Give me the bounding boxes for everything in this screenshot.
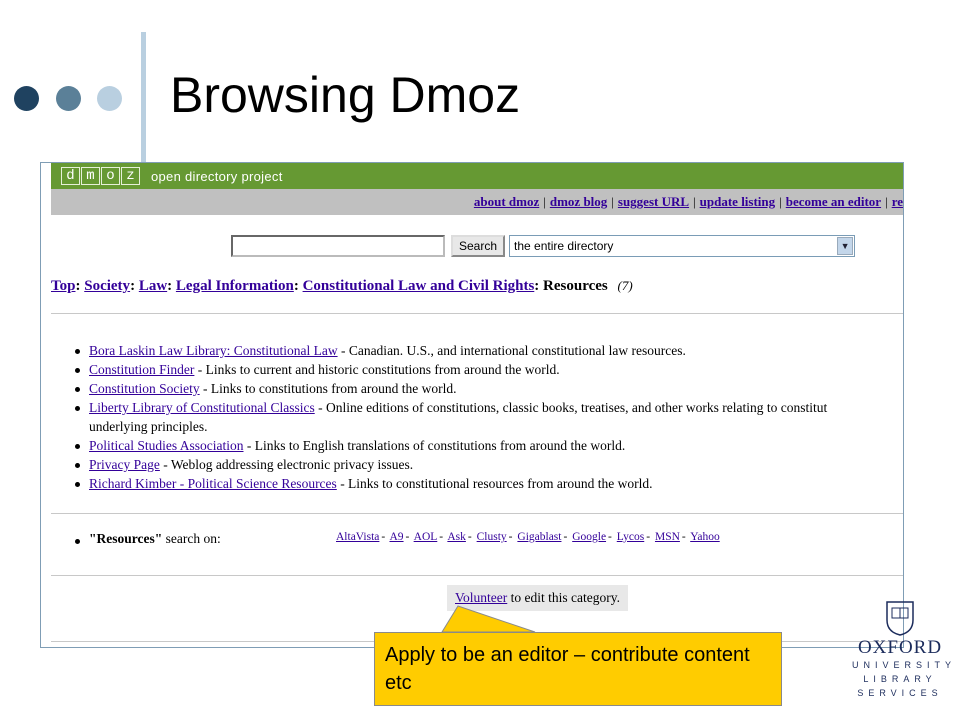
volunteer-link[interactable]: Volunteer [455, 590, 507, 605]
slide-title: Browsing Dmoz [170, 67, 521, 123]
category-count: (7) [617, 278, 633, 293]
resource-link[interactable]: Bora Laskin Law Library: Constitutional … [89, 343, 338, 358]
resource-link[interactable]: Richard Kimber - Political Science Resou… [89, 476, 337, 491]
breadcrumb-law[interactable]: Law [139, 278, 167, 294]
search-button[interactable]: Search [451, 235, 506, 257]
list-item: Constitution Society - Links to constitu… [71, 379, 903, 398]
dmoz-logo[interactable]: d m o z [61, 167, 141, 185]
decor-dot-3 [97, 86, 122, 111]
engine-link-clusty[interactable]: Clusty [477, 531, 507, 543]
decor-vertical-line [141, 32, 146, 172]
resource-link[interactable]: Political Studies Association [89, 438, 244, 453]
logo-letter-m: m [81, 167, 100, 185]
decor-dot-1 [14, 86, 39, 111]
search-row: Search the entire directory ▼ [231, 235, 856, 257]
link-become-editor[interactable]: become an editor [786, 194, 881, 210]
decor-dot-2 [56, 86, 81, 111]
engine-link-ask[interactable]: Ask [447, 531, 466, 543]
link-suggest-url[interactable]: suggest URL [618, 194, 689, 210]
search-scope-select[interactable]: the entire directory ▼ [509, 235, 856, 257]
resource-list: Bora Laskin Law Library: Constitutional … [71, 341, 903, 493]
divider [51, 575, 903, 576]
breadcrumb-constitutional-law[interactable]: Constitutional Law and Civil Rights [303, 278, 535, 294]
crest-icon [886, 601, 914, 636]
oxford-logo: OXFORD UNIVERSITY LIBRARY SERVICES [852, 600, 957, 710]
engine-link-altavista[interactable]: AltaVista [336, 531, 379, 543]
search-scope-value: the entire directory [514, 239, 614, 253]
oxford-line-1: UNIVERSITY [852, 660, 957, 670]
callout-pointer [441, 605, 536, 633]
link-about-dmoz[interactable]: about dmoz [474, 194, 539, 210]
breadcrumb-top[interactable]: Top [51, 278, 75, 294]
search-input[interactable] [231, 235, 445, 257]
dmoz-header-bar: d m o z open directory project [51, 163, 903, 189]
resource-link[interactable]: Liberty Library of Constitutional Classi… [89, 400, 315, 415]
link-truncated[interactable]: re [892, 194, 903, 210]
list-item: Political Studies Association - Links to… [71, 436, 903, 455]
engine-link-google[interactable]: Google [572, 531, 606, 543]
list-item: Liberty Library of Constitutional Classi… [71, 398, 903, 436]
breadcrumb: Top: Society: Law: Legal Information: Co… [51, 278, 633, 294]
search-engine-links: AltaVista - A9- AOL - Ask - Clusty - Gigabla… [336, 531, 720, 543]
engine-link-yahoo[interactable]: Yahoo [690, 531, 720, 543]
oxford-line-3: SERVICES [857, 688, 943, 698]
engine-link-msn[interactable]: MSN [655, 531, 680, 543]
top-links-bar: about dmoz | dmoz blog | suggest URL | upda… [51, 189, 903, 215]
resource-link[interactable]: Privacy Page [89, 457, 160, 472]
divider [51, 513, 903, 514]
list-item: Privacy Page - Weblog addressing electro… [71, 455, 903, 474]
oxford-line-2: LIBRARY [863, 674, 937, 684]
dmoz-tagline: open directory project [151, 168, 283, 184]
link-update-listing[interactable]: update listing [700, 194, 776, 210]
logo-letter-o: o [101, 167, 120, 185]
resource-link[interactable]: Constitution Finder [89, 362, 194, 377]
logo-letter-d: d [61, 167, 80, 185]
engine-link-lycos[interactable]: Lycos [617, 531, 644, 543]
breadcrumb-current: Resources [543, 278, 608, 294]
dmoz-screenshot: d m o z open directory project about dmo… [40, 162, 904, 648]
search-on-label: "Resources" search on: [71, 531, 221, 547]
logo-letter-z: z [121, 167, 140, 185]
list-item: Richard Kimber - Political Science Resou… [71, 474, 903, 493]
list-item: Bora Laskin Law Library: Constitutional … [71, 341, 903, 360]
breadcrumb-society[interactable]: Society [84, 278, 130, 294]
breadcrumb-legal-information[interactable]: Legal Information [176, 278, 294, 294]
engine-link-gigablast[interactable]: Gigablast [517, 531, 561, 543]
list-item: Constitution Finder - Links to current a… [71, 360, 903, 379]
oxford-name: OXFORD [857, 637, 943, 658]
divider [51, 313, 903, 314]
engine-link-a9[interactable]: A9 [389, 531, 403, 543]
chevron-down-icon[interactable]: ▼ [837, 237, 854, 255]
callout-box: Apply to be an editor – contribute conte… [374, 632, 782, 706]
link-dmoz-blog[interactable]: dmoz blog [550, 194, 607, 210]
resource-link[interactable]: Constitution Society [89, 381, 200, 396]
engine-link-aol[interactable]: AOL [414, 531, 438, 543]
